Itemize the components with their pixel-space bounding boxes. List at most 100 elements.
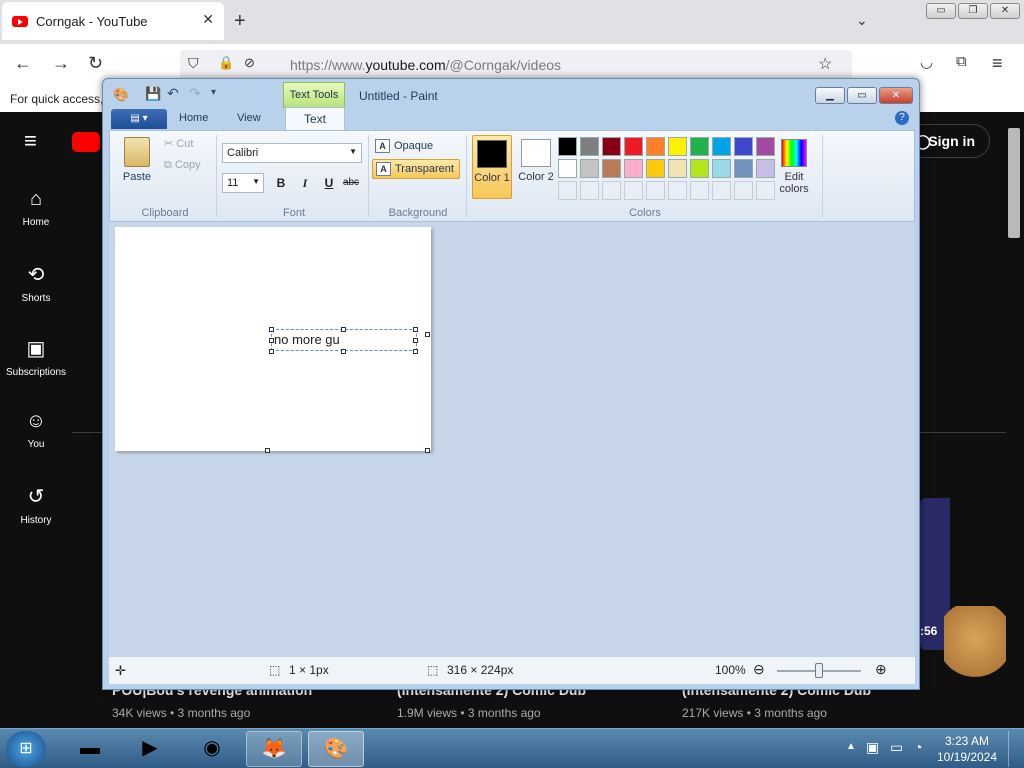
canvas-resize-handle[interactable]	[265, 448, 270, 453]
font-size-select[interactable]: 11 ▼	[222, 173, 264, 193]
palette-color-swatch[interactable]	[646, 159, 665, 178]
system-clock[interactable]: 3:23 AM 10/19/2024	[932, 733, 1002, 765]
page-scrollbar[interactable]	[1008, 128, 1020, 238]
custom-color-slot[interactable]	[624, 181, 643, 200]
custom-color-slot[interactable]	[602, 181, 621, 200]
sidebar-item-home[interactable]: ⌂ Home	[0, 188, 72, 228]
bookmark-star-icon[interactable]: ☆	[818, 54, 832, 74]
sidebar-item-history[interactable]: ↺ History	[0, 484, 72, 526]
bold-button[interactable]: B	[270, 173, 292, 193]
address-bar[interactable]: ⛉ 🔒 ⊘ https://www.youtube.com/@Corngak/v…	[180, 50, 852, 80]
tab-view[interactable]: View	[237, 112, 261, 124]
list-tabs-icon[interactable]: ⌄	[856, 12, 868, 29]
resize-handle[interactable]	[269, 349, 274, 354]
forward-icon[interactable]: →	[52, 53, 70, 74]
taskbar-firefox-icon[interactable]: 🦊	[246, 731, 302, 767]
tab-text[interactable]: Text	[285, 107, 345, 131]
custom-color-slot[interactable]	[646, 181, 665, 200]
start-button[interactable]: ⊞	[6, 731, 46, 767]
sidebar-item-shorts[interactable]: ⟲ Shorts	[0, 262, 72, 304]
zoom-slider-thumb[interactable]	[815, 663, 823, 678]
paste-button[interactable]: Paste	[116, 137, 158, 183]
palette-color-swatch[interactable]	[558, 159, 577, 178]
shield-icon[interactable]: ⛉	[188, 55, 199, 72]
url-text[interactable]: https://www.youtube.com/@Corngak/videos	[290, 57, 561, 73]
show-desktop-button[interactable]	[1008, 731, 1022, 767]
custom-color-slot[interactable]	[558, 181, 577, 200]
transparent-button[interactable]: A Transparent	[372, 159, 460, 179]
cut-button[interactable]: ✂ Cut	[164, 137, 193, 150]
volume-icon[interactable]: ◔	[914, 739, 922, 755]
sidebar-item-you[interactable]: ☺ You	[0, 410, 72, 450]
text-box[interactable]: no more gu	[271, 329, 417, 351]
underline-button[interactable]: U	[318, 173, 340, 193]
lock-icon[interactable]: 🔒	[218, 55, 234, 71]
custom-color-slot[interactable]	[580, 181, 599, 200]
tray-app-icon[interactable]: ▣	[866, 739, 879, 756]
taskbar-paint-icon[interactable]: 🎨	[308, 731, 364, 767]
palette-color-swatch[interactable]	[602, 137, 621, 156]
copy-button[interactable]: ⧉ Copy	[164, 159, 201, 172]
taskbar-app-terminal-icon[interactable]: ▬	[62, 731, 118, 767]
taskbar-media-player-icon[interactable]: ▶	[122, 731, 178, 767]
palette-color-swatch[interactable]	[646, 137, 665, 156]
drawing-canvas[interactable]: no more gu	[115, 227, 431, 451]
palette-color-swatch[interactable]	[734, 159, 753, 178]
restore-button[interactable]: ❐	[958, 3, 988, 19]
menu-icon[interactable]: ≡	[992, 53, 1003, 74]
palette-color-swatch[interactable]	[712, 159, 731, 178]
custom-color-slot[interactable]	[756, 181, 775, 200]
resize-handle[interactable]	[341, 349, 346, 354]
italic-button[interactable]: I	[294, 173, 316, 193]
paint-close-button[interactable]: ✕	[879, 87, 913, 104]
zoom-in-icon[interactable]: ⊕	[875, 661, 887, 678]
canvas-resize-handle[interactable]	[425, 448, 430, 453]
paint-file-menu-button[interactable]: ▤ ▾	[111, 109, 167, 129]
zoom-out-icon[interactable]: ⊖	[753, 661, 765, 678]
reload-icon[interactable]: ↻	[88, 53, 103, 74]
palette-color-swatch[interactable]	[734, 137, 753, 156]
network-icon[interactable]: ▭	[890, 739, 903, 756]
pocket-icon[interactable]: ◡	[920, 53, 933, 71]
palette-color-swatch[interactable]	[580, 159, 599, 178]
paint-maximize-button[interactable]: ▭	[847, 87, 877, 104]
custom-color-slot[interactable]	[712, 181, 731, 200]
font-family-select[interactable]: Calibri ▼	[222, 143, 362, 163]
browser-tab[interactable]: Corngak - YouTube ✕	[2, 2, 224, 40]
custom-color-slot[interactable]	[668, 181, 687, 200]
resize-handle[interactable]	[269, 338, 274, 343]
strikethrough-button[interactable]: abc	[340, 173, 362, 193]
undo-icon[interactable]: ↶	[167, 85, 179, 102]
canvas-resize-handle[interactable]	[425, 332, 430, 337]
palette-color-swatch[interactable]	[712, 137, 731, 156]
palette-color-swatch[interactable]	[668, 137, 687, 156]
minimize-button[interactable]: ▭	[926, 3, 956, 19]
new-tab-button[interactable]: +	[234, 10, 246, 33]
palette-color-swatch[interactable]	[690, 159, 709, 178]
palette-color-swatch[interactable]	[624, 159, 643, 178]
opaque-button[interactable]: A Opaque	[372, 137, 462, 157]
sidebar-item-subscriptions[interactable]: ▣ Subscriptions	[0, 336, 72, 378]
palette-color-swatch[interactable]	[756, 159, 775, 178]
show-hidden-icons-icon[interactable]: ▲	[846, 741, 856, 752]
palette-color-swatch[interactable]	[624, 137, 643, 156]
palette-color-swatch[interactable]	[690, 137, 709, 156]
tab-home[interactable]: Home	[179, 112, 208, 124]
permissions-icon[interactable]: ⊘	[244, 55, 255, 71]
palette-color-swatch[interactable]	[668, 159, 687, 178]
quick-access-dropdown-icon[interactable]: ▾	[211, 87, 216, 98]
resize-handle[interactable]	[269, 327, 274, 332]
paint-minimize-button[interactable]: ▁	[815, 87, 845, 104]
tab-close-icon[interactable]: ✕	[202, 11, 214, 28]
youtube-logo[interactable]	[72, 132, 100, 152]
resize-handle[interactable]	[413, 327, 418, 332]
save-icon[interactable]: 💾	[145, 86, 161, 102]
close-window-button[interactable]: ✕	[990, 3, 1020, 19]
help-icon[interactable]: ?	[895, 111, 909, 125]
edit-colors-button[interactable]: Edit colors	[774, 135, 814, 199]
resize-handle[interactable]	[413, 349, 418, 354]
taskbar-app-globe-icon[interactable]: ◉	[184, 731, 240, 767]
extensions-icon[interactable]: ⧉	[956, 53, 967, 70]
palette-color-swatch[interactable]	[756, 137, 775, 156]
back-icon[interactable]: ←	[14, 53, 32, 74]
